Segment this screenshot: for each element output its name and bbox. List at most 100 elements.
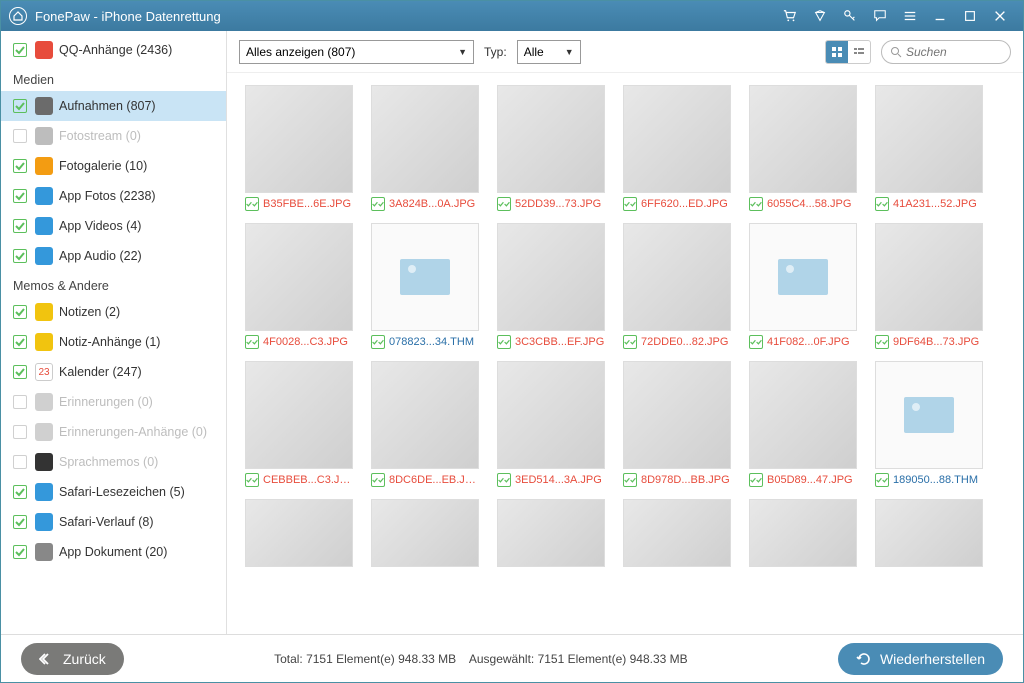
- checkbox[interactable]: [13, 129, 27, 143]
- maximize-icon[interactable]: [959, 5, 981, 27]
- thumbnail-item[interactable]: 9DF64B...73.JPG: [875, 223, 983, 349]
- checkbox[interactable]: [13, 395, 27, 409]
- checkbox[interactable]: [13, 219, 27, 233]
- grid-view-button[interactable]: [826, 41, 848, 63]
- thumbnail-item[interactable]: 3C3CBB...EF.JPG: [497, 223, 605, 349]
- checkbox[interactable]: [623, 197, 637, 211]
- sidebar-item[interactable]: Fotostream (0): [1, 121, 226, 151]
- checkbox[interactable]: [13, 99, 27, 113]
- thumbnail-item[interactable]: B35FBE...6E.JPG: [245, 85, 353, 211]
- checkbox[interactable]: [623, 335, 637, 349]
- file-name: 6FF620...ED.JPG: [641, 198, 728, 210]
- back-button[interactable]: Zurück: [21, 643, 124, 675]
- sidebar-item[interactable]: Notizen (2): [1, 297, 226, 327]
- checkbox[interactable]: [749, 473, 763, 487]
- thumbnail-item[interactable]: 8D978D...BB.JPG: [623, 361, 731, 487]
- checkbox[interactable]: [245, 473, 259, 487]
- footer-info: Total: 7151 Element(e) 948.33 MB Ausgewä…: [124, 652, 838, 666]
- checkbox[interactable]: [245, 335, 259, 349]
- checkbox[interactable]: [497, 197, 511, 211]
- sidebar-item-label: Notizen (2): [59, 305, 120, 319]
- sidebar-item-label: QQ-Anhänge (2436): [59, 43, 172, 57]
- home-icon[interactable]: [9, 7, 27, 25]
- file-name: CEBBEB...C3.JPG: [263, 474, 353, 486]
- checkbox[interactable]: [13, 485, 27, 499]
- view-toggle: [825, 40, 871, 64]
- cart-icon[interactable]: [779, 5, 801, 27]
- sidebar-item[interactable]: Sprachmemos (0): [1, 447, 226, 477]
- type-dropdown[interactable]: Alle ▼: [517, 40, 581, 64]
- recover-button[interactable]: Wiederherstellen: [838, 643, 1003, 675]
- thumbnail-item[interactable]: B05D89...47.JPG: [749, 361, 857, 487]
- close-icon[interactable]: [989, 5, 1011, 27]
- sidebar-item[interactable]: Notiz-Anhänge (1): [1, 327, 226, 357]
- sidebar-item[interactable]: App Fotos (2238): [1, 181, 226, 211]
- thumbnail-item[interactable]: [371, 499, 479, 567]
- thumbnail-item[interactable]: 078823...34.THM: [371, 223, 479, 349]
- thumbnail-image: [876, 86, 982, 192]
- checkbox[interactable]: [13, 545, 27, 559]
- menu-icon[interactable]: [899, 5, 921, 27]
- list-view-button[interactable]: [848, 41, 870, 63]
- sidebar-item[interactable]: Safari-Verlauf (8): [1, 507, 226, 537]
- checkbox[interactable]: [13, 249, 27, 263]
- checkbox[interactable]: [749, 335, 763, 349]
- thumbnail-item[interactable]: 52DD39...73.JPG: [497, 85, 605, 211]
- thumbnail-item[interactable]: [875, 499, 983, 567]
- checkbox[interactable]: [13, 305, 27, 319]
- checkbox[interactable]: [13, 515, 27, 529]
- minimize-icon[interactable]: [929, 5, 951, 27]
- checkbox[interactable]: [623, 473, 637, 487]
- filter-dropdown[interactable]: Alles anzeigen (807) ▼: [239, 40, 474, 64]
- thumbnail-item[interactable]: [245, 499, 353, 567]
- checkbox[interactable]: [371, 473, 385, 487]
- sidebar-item[interactable]: Fotogalerie (10): [1, 151, 226, 181]
- sidebar-item[interactable]: QQ-Anhänge (2436): [1, 35, 226, 65]
- thumbnail-item[interactable]: 6FF620...ED.JPG: [623, 85, 731, 211]
- checkbox[interactable]: [245, 197, 259, 211]
- thumbnail-item[interactable]: 3A824B...0A.JPG: [371, 85, 479, 211]
- thumbnail-item[interactable]: 72DDE0...82.JPG: [623, 223, 731, 349]
- checkbox[interactable]: [371, 335, 385, 349]
- thumbnail-item[interactable]: 41F082...0F.JPG: [749, 223, 857, 349]
- checkbox[interactable]: [13, 365, 27, 379]
- checkbox[interactable]: [497, 335, 511, 349]
- checkbox[interactable]: [749, 197, 763, 211]
- checkbox[interactable]: [13, 43, 27, 57]
- sidebar-item[interactable]: App Videos (4): [1, 211, 226, 241]
- thumbnail-item[interactable]: 41A231...52.JPG: [875, 85, 983, 211]
- category-icon: [35, 333, 53, 351]
- checkbox[interactable]: [875, 335, 889, 349]
- thumbnail-item[interactable]: 8DC6DE...EB.JPG: [371, 361, 479, 487]
- checkbox[interactable]: [13, 189, 27, 203]
- sidebar-item[interactable]: Erinnerungen (0): [1, 387, 226, 417]
- thumbnail-item[interactable]: CEBBEB...C3.JPG: [245, 361, 353, 487]
- search-box[interactable]: [881, 40, 1011, 64]
- checkbox[interactable]: [497, 473, 511, 487]
- diamond-icon[interactable]: [809, 5, 831, 27]
- sidebar-item[interactable]: 23 Kalender (247): [1, 357, 226, 387]
- thumbnail-item[interactable]: [623, 499, 731, 567]
- toolbar: Alles anzeigen (807) ▼ Typ: Alle ▼: [227, 31, 1023, 73]
- checkbox[interactable]: [371, 197, 385, 211]
- search-input[interactable]: [906, 45, 996, 59]
- checkbox[interactable]: [13, 425, 27, 439]
- sidebar-item[interactable]: App Audio (22): [1, 241, 226, 271]
- sidebar-item[interactable]: Erinnerungen-Anhänge (0): [1, 417, 226, 447]
- feedback-icon[interactable]: [869, 5, 891, 27]
- thumbnail-item[interactable]: 6055C4...58.JPG: [749, 85, 857, 211]
- thumbnail-item[interactable]: 3ED514...3A.JPG: [497, 361, 605, 487]
- sidebar-item[interactable]: Safari-Lesezeichen (5): [1, 477, 226, 507]
- key-icon[interactable]: [839, 5, 861, 27]
- thumbnail-item[interactable]: 4F0028...C3.JPG: [245, 223, 353, 349]
- thumbnail-item[interactable]: 189050...88.THM: [875, 361, 983, 487]
- thumbnail-item[interactable]: [497, 499, 605, 567]
- sidebar-item[interactable]: Aufnahmen (807): [1, 91, 226, 121]
- checkbox[interactable]: [875, 197, 889, 211]
- checkbox[interactable]: [13, 159, 27, 173]
- checkbox[interactable]: [875, 473, 889, 487]
- sidebar-item[interactable]: App Dokument (20): [1, 537, 226, 567]
- checkbox[interactable]: [13, 455, 27, 469]
- thumbnail-item[interactable]: [749, 499, 857, 567]
- checkbox[interactable]: [13, 335, 27, 349]
